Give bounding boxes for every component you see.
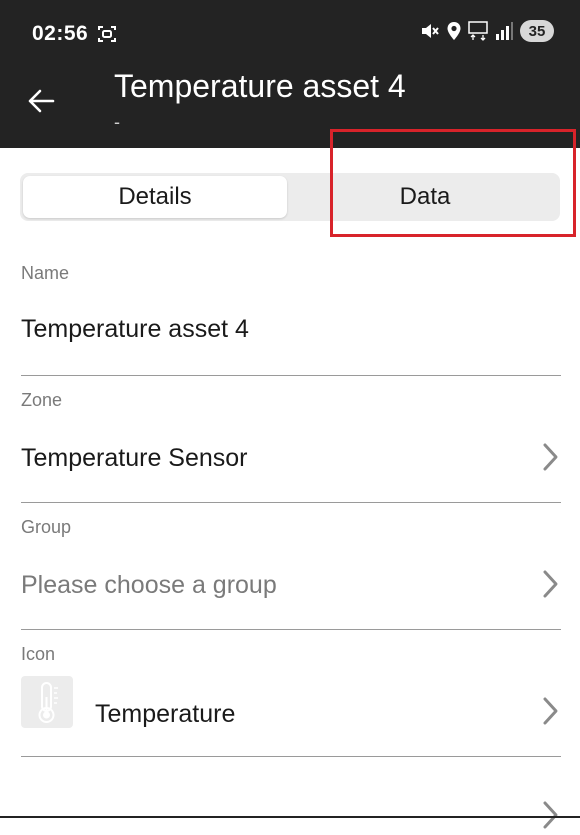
- app-bar: Temperature asset 4 -: [0, 62, 580, 148]
- battery-icon: 35: [520, 20, 554, 42]
- name-value[interactable]: Temperature asset 4: [21, 315, 249, 344]
- zone-field[interactable]: Zone Temperature Sensor: [21, 390, 561, 490]
- tab-details[interactable]: Details: [23, 176, 287, 218]
- chevron-right-icon[interactable]: [539, 800, 561, 830]
- page-title: Temperature asset 4: [114, 68, 406, 104]
- zone-label: Zone: [21, 390, 63, 410]
- group-field[interactable]: Group Please choose a group: [21, 517, 561, 617]
- page-subtitle: -: [114, 112, 120, 132]
- chevron-right-icon[interactable]: [539, 442, 561, 472]
- name-field: Name Temperature asset 4: [21, 263, 561, 343]
- divider: [21, 756, 561, 757]
- mute-icon: [420, 22, 440, 40]
- 5g-icon: [468, 21, 488, 41]
- group-placeholder: Please choose a group: [21, 571, 277, 599]
- zone-value: Temperature Sensor: [21, 444, 248, 472]
- thermometer-icon: [21, 676, 73, 728]
- tab-data[interactable]: Data: [290, 173, 560, 221]
- status-time: 02:56: [32, 22, 89, 45]
- name-label: Name: [21, 263, 70, 283]
- chevron-right-icon[interactable]: [539, 569, 561, 599]
- arrow-left-icon[interactable]: [26, 86, 56, 116]
- status-bar: 02:56 35: [0, 0, 580, 62]
- screen-record-icon: [96, 24, 118, 44]
- group-label: Group: [21, 517, 72, 537]
- icon-value: Temperature: [95, 700, 236, 728]
- signal-icon: [494, 21, 514, 41]
- chevron-right-icon[interactable]: [539, 696, 561, 726]
- divider: [21, 375, 561, 376]
- divider: [21, 502, 561, 503]
- icon-label: Icon: [21, 644, 56, 664]
- location-icon: [446, 21, 462, 41]
- status-icons: 35: [420, 20, 554, 42]
- icon-field[interactable]: Icon Temperature: [21, 644, 561, 744]
- divider: [21, 629, 561, 630]
- tab-group: Details Data: [20, 173, 560, 221]
